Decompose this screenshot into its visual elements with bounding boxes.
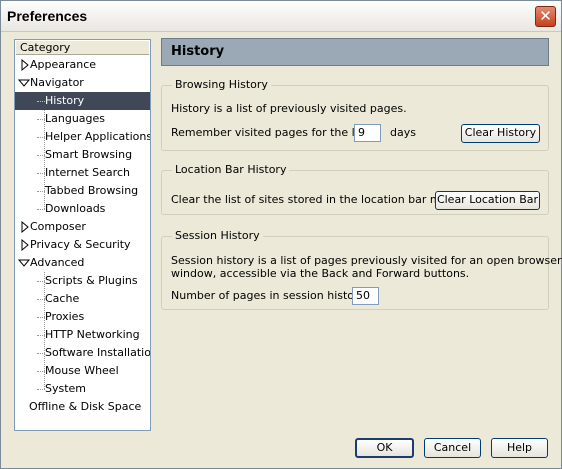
sidebar-item-history[interactable]: History: [15, 92, 150, 110]
days-unit-label: days: [390, 126, 416, 139]
remember-days-label: Remember visited pages for the last: [171, 126, 372, 139]
session-history-group: Session History Session history is a lis…: [161, 229, 562, 310]
tree-connector: [37, 209, 45, 210]
session-pages-label: Number of pages in session history:: [171, 289, 368, 302]
sidebar-item-privacy-security[interactable]: Privacy & Security: [15, 236, 150, 254]
expand-arrow-icon[interactable]: [20, 221, 30, 233]
expand-arrow-icon[interactable]: [20, 239, 30, 251]
session-history-description-line1: Session history is a list of pages previ…: [171, 254, 562, 267]
sidebar-item-http-networking[interactable]: HTTP Networking: [15, 326, 150, 344]
group-legend: Browsing History: [172, 78, 271, 91]
history-days-input[interactable]: 9: [354, 124, 381, 142]
sidebar-item-scripts-plugins[interactable]: Scripts & Plugins: [15, 272, 150, 290]
browsing-history-description: History is a list of previously visited …: [171, 102, 407, 115]
tree-connector: [37, 155, 45, 156]
category-tree: Category Appearance Navigator History La…: [14, 39, 151, 431]
tree-connector: [37, 101, 45, 102]
tree-connector: [37, 389, 45, 390]
help-button[interactable]: Help: [491, 438, 548, 458]
collapse-arrow-icon[interactable]: [18, 258, 30, 268]
sidebar-item-mouse-wheel[interactable]: Mouse Wheel: [15, 362, 150, 380]
sidebar-item-tabbed-browsing[interactable]: Tabbed Browsing: [15, 182, 150, 200]
tree-connector: [37, 191, 45, 192]
close-button[interactable]: ✕: [535, 6, 556, 27]
sidebar-item-helper-applications[interactable]: Helper Applications: [15, 128, 150, 146]
clear-history-button[interactable]: Clear History: [461, 124, 540, 143]
tree-connector: [37, 353, 45, 354]
session-history-description-line2: window, accessible via the Back and Forw…: [171, 267, 470, 280]
collapse-arrow-icon[interactable]: [18, 78, 30, 88]
expand-arrow-icon[interactable]: [20, 59, 30, 71]
tree-connector: [37, 335, 45, 336]
sidebar-item-downloads[interactable]: Downloads: [15, 200, 150, 218]
clear-location-bar-button[interactable]: Clear Location Bar: [435, 191, 540, 210]
session-pages-input[interactable]: 50: [352, 287, 379, 305]
window-title: Preferences: [7, 8, 88, 24]
page-title: History: [161, 38, 549, 66]
sidebar-item-internet-search[interactable]: Internet Search: [15, 164, 150, 182]
tree-header[interactable]: Category: [16, 41, 149, 55]
tree-connector: [37, 137, 45, 138]
sidebar-item-smart-browsing[interactable]: Smart Browsing: [15, 146, 150, 164]
sidebar-item-system[interactable]: System: [15, 380, 150, 398]
group-legend: Session History: [172, 229, 263, 242]
title-bar[interactable]: Preferences ✕: [1, 1, 561, 32]
sidebar-item-cache[interactable]: Cache: [15, 290, 150, 308]
ok-button[interactable]: OK: [355, 438, 414, 458]
location-bar-description: Clear the list of sites stored in the lo…: [171, 193, 465, 206]
sidebar-item-appearance[interactable]: Appearance: [15, 56, 150, 74]
close-icon: ✕: [539, 7, 552, 25]
sidebar-item-navigator[interactable]: Navigator: [15, 74, 150, 92]
preferences-window: Preferences ✕ Category Appearance Naviga…: [0, 0, 562, 469]
sidebar-item-offline-disk-space[interactable]: Offline & Disk Space: [15, 398, 150, 416]
sidebar-item-software-installation[interactable]: Software Installation: [15, 344, 150, 362]
browsing-history-group: Browsing History History is a list of pr…: [161, 78, 549, 151]
sidebar-item-proxies[interactable]: Proxies: [15, 308, 150, 326]
tree-connector: [37, 299, 45, 300]
location-bar-history-group: Location Bar History Clear the list of s…: [161, 163, 549, 215]
sidebar-item-languages[interactable]: Languages: [15, 110, 150, 128]
sidebar-item-advanced[interactable]: Advanced: [15, 254, 150, 272]
tree-connector: [37, 281, 45, 282]
group-legend: Location Bar History: [172, 163, 290, 176]
tree-connector: [37, 173, 45, 174]
cancel-button[interactable]: Cancel: [424, 438, 481, 458]
tree-connector: [37, 371, 45, 372]
sidebar-item-composer[interactable]: Composer: [15, 218, 150, 236]
tree-connector: [37, 119, 45, 120]
tree-connector: [37, 317, 45, 318]
